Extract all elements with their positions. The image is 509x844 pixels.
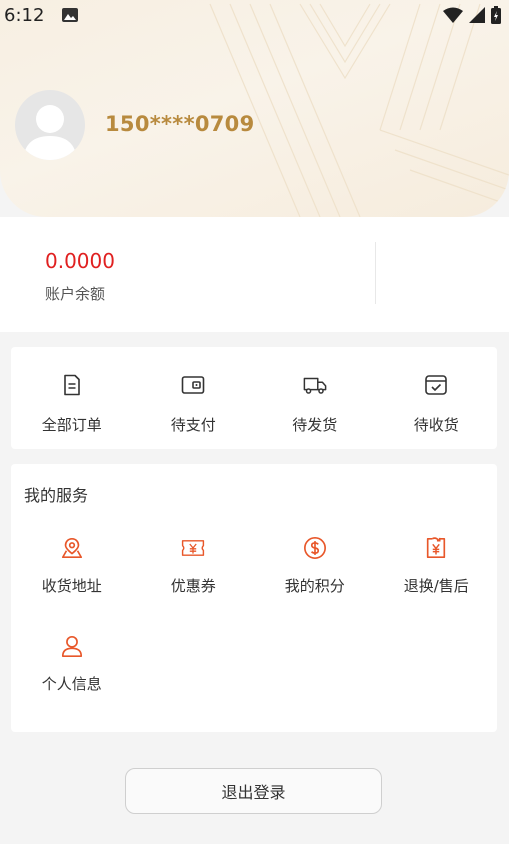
order-pending-receipt-button[interactable]: 待收货 (376, 347, 498, 435)
balance-label: 账户余额 (45, 285, 106, 303)
balance-value: 0.0000 (45, 249, 115, 273)
status-time: 6:12 (4, 4, 45, 26)
battery-icon (491, 6, 501, 24)
box-check-icon (425, 375, 448, 395)
signal-icon (469, 7, 485, 23)
service-coupon-label: 优惠券 (170, 577, 216, 595)
wifi-icon (443, 7, 463, 23)
order-all-button[interactable]: 全部订单 (11, 347, 133, 435)
avatar-placeholder-icon (23, 105, 77, 160)
truck-icon (303, 377, 327, 394)
logout-button[interactable]: 退出登录 (125, 768, 382, 814)
image-notification-icon (62, 8, 79, 22)
order-all-label: 全部订单 (41, 416, 102, 434)
services-card: 我的服务 收货地址 优惠券 我的积分 退换/售后 个人信息 (11, 464, 497, 732)
service-address-label: 收货地址 (41, 577, 102, 595)
status-bar: 6:12 (0, 0, 509, 30)
service-points-button[interactable]: 我的积分 (254, 536, 376, 596)
map-pin-icon (61, 537, 82, 559)
order-pending-receipt-label: 待收货 (413, 416, 459, 434)
services-title: 我的服务 (24, 486, 89, 505)
coupon-icon (182, 540, 205, 556)
document-icon (63, 374, 80, 396)
account-summary: 0.0000 账户余额 (0, 217, 509, 332)
services-row-2: 个人信息 (11, 634, 497, 694)
service-profile-button[interactable]: 个人信息 (11, 634, 133, 694)
service-points-label: 我的积分 (284, 577, 345, 595)
service-refund-label: 退换/售后 (403, 577, 469, 595)
service-profile-label: 个人信息 (41, 675, 102, 693)
refund-icon (427, 537, 446, 559)
order-pending-shipment-label: 待发货 (292, 416, 338, 434)
orders-card: 全部订单 待支付 待发货 待收货 (11, 347, 497, 449)
service-coupon-button[interactable]: 优惠券 (133, 536, 255, 596)
user-phone[interactable]: 150****0709 (105, 112, 255, 136)
order-pending-payment-label: 待支付 (170, 416, 216, 434)
service-address-button[interactable]: 收货地址 (11, 536, 133, 596)
order-pending-payment-button[interactable]: 待支付 (133, 347, 255, 435)
order-pending-shipment-button[interactable]: 待发货 (254, 347, 376, 435)
wallet-icon (181, 376, 205, 394)
services-row-1: 收货地址 优惠券 我的积分 退换/售后 (11, 536, 497, 596)
divider (375, 242, 376, 304)
dollar-coin-icon (303, 537, 326, 559)
avatar[interactable] (15, 90, 85, 160)
service-refund-button[interactable]: 退换/售后 (376, 536, 498, 596)
balance-box[interactable]: 0.0000 账户余额 (45, 249, 115, 304)
user-icon (61, 635, 82, 657)
